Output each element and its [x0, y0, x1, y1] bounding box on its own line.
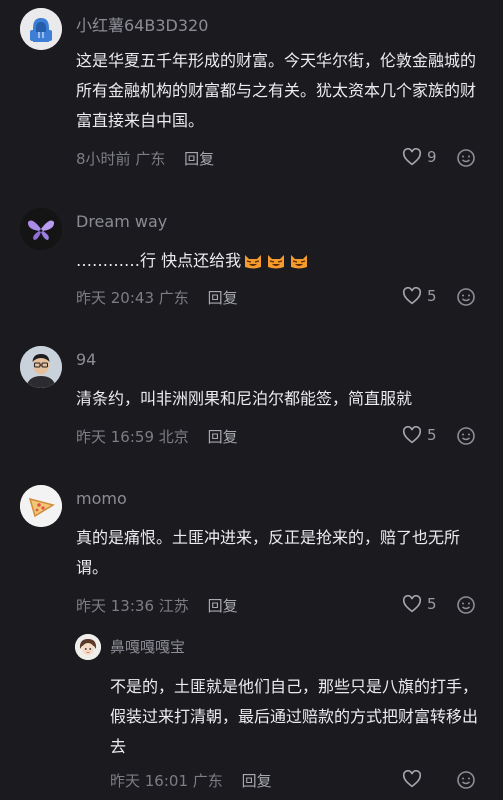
- comment-time: 昨天 20:43: [76, 289, 154, 307]
- reply-location: 广东: [192, 772, 223, 790]
- cat-laugh-emoji-icon: [245, 255, 262, 269]
- heart-icon: [402, 148, 422, 166]
- emoji-reaction-button[interactable]: [456, 426, 476, 446]
- reply-button[interactable]: 回复: [208, 428, 238, 446]
- comment-meta: 昨天 16:59 北京 回复: [76, 426, 238, 447]
- like-button[interactable]: [402, 770, 422, 788]
- reply-button[interactable]: 回复: [184, 150, 214, 168]
- like-button[interactable]: 5: [402, 287, 437, 305]
- emoji-reaction-button[interactable]: [456, 287, 476, 307]
- avatar[interactable]: [75, 634, 101, 660]
- cat-laugh-emoji-icon: [268, 255, 285, 269]
- heart-icon: [402, 595, 422, 613]
- like-button[interactable]: 9: [402, 148, 437, 166]
- pizza-avatar-icon: [20, 485, 62, 527]
- avatar[interactable]: [20, 208, 62, 250]
- reply-button[interactable]: 回复: [208, 597, 238, 615]
- emoji-reaction-button[interactable]: [456, 595, 476, 615]
- comment-location: 江苏: [158, 597, 189, 615]
- like-count: 9: [427, 148, 437, 166]
- reply-button[interactable]: 回复: [208, 289, 238, 307]
- username[interactable]: 小红薯64B3D320: [76, 12, 208, 36]
- man-with-glasses-avatar-icon: [20, 346, 62, 388]
- smile-icon: [457, 771, 475, 789]
- blue-hoodie-avatar-icon: [20, 8, 62, 50]
- smile-icon: [457, 149, 475, 167]
- comment-meta: 8小时前 广东 回复: [76, 148, 214, 169]
- smile-icon: [457, 288, 475, 306]
- avatar[interactable]: [20, 8, 62, 50]
- like-count: 5: [427, 426, 437, 444]
- cartoon-girl-avatar-icon: [75, 634, 101, 660]
- avatar[interactable]: [20, 346, 62, 388]
- smile-icon: [457, 427, 475, 445]
- username[interactable]: momo: [76, 489, 127, 508]
- comment-text: 清条约，叫非洲刚果和尼泊尔都能签，简直服就: [76, 389, 413, 408]
- comment-location: 北京: [158, 428, 189, 446]
- emoji-reaction-button[interactable]: [456, 770, 476, 790]
- comment-location: 广东: [158, 289, 189, 307]
- reply-text: 不是的，土匪就是他们自己，那些只是八旗的打手，假装过来打清朝，最后通过赔款的方式…: [110, 677, 479, 756]
- comment-text: …………行 快点还给我: [76, 246, 481, 276]
- like-button[interactable]: 5: [402, 426, 437, 444]
- heart-icon: [402, 770, 422, 788]
- username[interactable]: Dream way: [76, 212, 167, 231]
- comment-location: 广东: [135, 150, 166, 168]
- comment-meta: 昨天 13:36 江苏 回复: [76, 595, 238, 616]
- like-count: 5: [427, 595, 437, 613]
- comment-text-content: …………行 快点还给我: [76, 251, 242, 270]
- comment-time: 8小时前: [76, 150, 131, 168]
- like-count: 5: [427, 287, 437, 305]
- reply-button[interactable]: 回复: [242, 772, 272, 790]
- avatar[interactable]: [20, 485, 62, 527]
- comment-meta: 昨天 20:43 广东 回复: [76, 287, 238, 308]
- emoji-reaction-button[interactable]: [456, 148, 476, 168]
- comment-text: 真的是痛恨。土匪冲进来，反正是抢来的，赔了也无所谓。: [76, 528, 461, 577]
- like-button[interactable]: 5: [402, 595, 437, 613]
- username[interactable]: 94: [76, 350, 96, 369]
- smile-icon: [457, 596, 475, 614]
- heart-icon: [402, 287, 422, 305]
- heart-icon: [402, 426, 422, 444]
- username[interactable]: 鼻嘎嘎嘎宝: [110, 636, 185, 657]
- purple-butterfly-avatar-icon: [20, 208, 62, 250]
- cat-laugh-emoji-icon: [291, 255, 308, 269]
- comment-time: 昨天 16:59: [76, 428, 154, 446]
- comment-time: 昨天 13:36: [76, 597, 154, 615]
- reply-meta: 昨天 16:01 广东 回复: [110, 770, 272, 791]
- reply-time: 昨天 16:01: [110, 772, 188, 790]
- comment-text: 这是华夏五千年形成的财富。今天华尔街，伦敦金融城的所有金融机构的财富都与之有关。…: [76, 51, 477, 130]
